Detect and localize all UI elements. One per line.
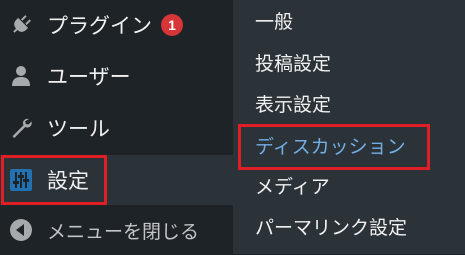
sidebar-item-label: ユーザー	[47, 65, 131, 89]
admin-sidebar: プラグイン 1 ユーザー ツール 設定 メニューを閉じる	[0, 0, 233, 254]
collapse-menu-button[interactable]: メニューを閉じる	[0, 205, 233, 255]
sidebar-item-label: プラグイン	[47, 14, 152, 38]
plugin-update-badge: 1	[161, 14, 183, 36]
user-icon	[8, 63, 34, 89]
sidebar-item-plugins[interactable]: プラグイン 1	[0, 0, 233, 50]
submenu-item-reading[interactable]: 表示設定	[255, 85, 331, 125]
discussion-highlight-box	[238, 124, 430, 170]
sidebar-item-label: ツール	[47, 117, 110, 141]
submenu-item-media[interactable]: メディア	[255, 167, 330, 207]
plug-icon	[8, 12, 34, 38]
sidebar-item-tools[interactable]: ツール	[0, 103, 233, 153]
settings-highlight-box	[1, 155, 107, 205]
sidebar-item-label: メニューを閉じる	[47, 220, 200, 243]
settings-submenu: 一般 投稿設定 表示設定 ディスカッション メディア パーマリンク設定	[233, 0, 465, 254]
submenu-item-permalink[interactable]: パーマリンク設定	[255, 208, 407, 248]
submenu-item-general[interactable]: 一般	[255, 2, 293, 42]
submenu-item-writing[interactable]: 投稿設定	[255, 44, 331, 84]
submenu-pointer	[221, 170, 233, 194]
wrench-icon	[8, 115, 34, 141]
sidebar-item-users[interactable]: ユーザー	[0, 51, 233, 101]
collapse-icon	[8, 217, 34, 243]
